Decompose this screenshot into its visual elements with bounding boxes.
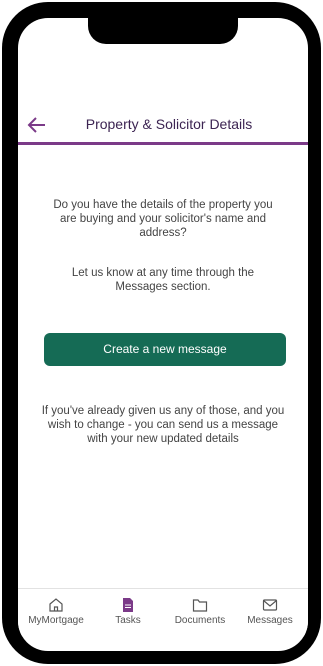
tab-label-messages: Messages — [247, 615, 293, 626]
tab-label-documents: Documents — [174, 615, 226, 626]
question-text: Do you have the details of the property … — [53, 199, 273, 239]
phone-notch — [88, 18, 238, 44]
let-us-know-text: Let us know at any time through the Mess… — [71, 267, 255, 293]
mail-icon — [262, 599, 278, 611]
home-icon — [49, 598, 63, 612]
header-bar: Property & Solicitor Details — [18, 114, 308, 140]
header-divider — [18, 142, 308, 145]
tab-label-mymortgage: MyMortgage — [28, 615, 84, 626]
tab-documents[interactable]: Documents — [164, 597, 236, 626]
app-screen: Property & Solicitor Details Do you have… — [18, 18, 308, 651]
update-info-text: If you've already given us any of those,… — [41, 405, 285, 445]
folder-icon — [192, 599, 208, 612]
phone-frame: Property & Solicitor Details Do you have… — [2, 2, 321, 664]
create-message-button[interactable]: Create a new message — [44, 333, 286, 366]
page-title: Property & Solicitor Details — [85, 116, 253, 132]
tab-mymortgage[interactable]: MyMortgage — [20, 597, 92, 626]
tab-tasks[interactable]: Tasks — [92, 597, 164, 626]
bottom-tab-bar: MyMortgage Tasks Documents Messages — [18, 588, 308, 637]
document-icon — [123, 598, 133, 612]
tab-label-tasks: Tasks — [115, 615, 141, 626]
tab-messages[interactable]: Messages — [234, 597, 306, 626]
